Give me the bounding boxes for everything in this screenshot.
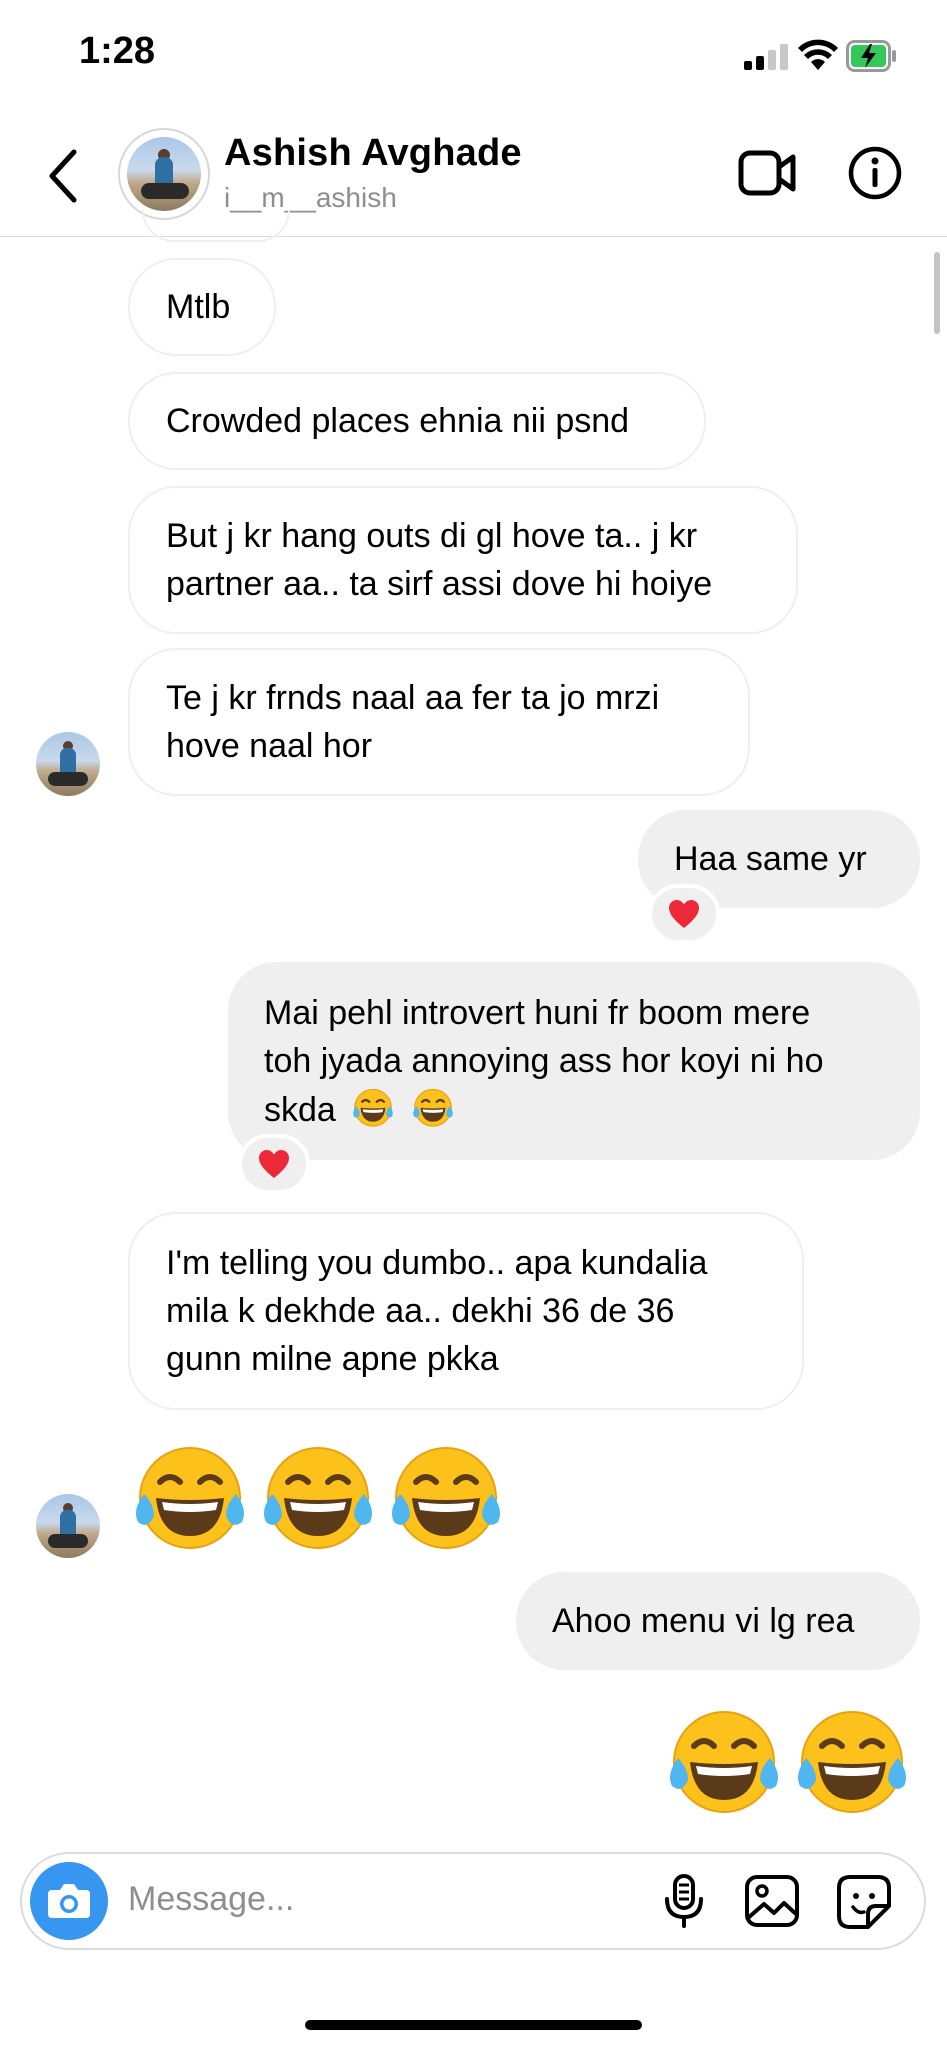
sender-avatar[interactable] — [36, 1494, 100, 1558]
cellular-signal-icon — [744, 44, 788, 70]
heart-icon — [669, 900, 699, 928]
tears-of-joy-emoji-icon — [264, 1447, 372, 1549]
back-arrow-icon[interactable] — [44, 148, 84, 204]
message-outgoing[interactable]: Ahoo menu vi lg rea — [516, 1572, 920, 1670]
message-line: I'm telling you dumbo.. apa kundalia — [166, 1244, 708, 1282]
contact-avatar[interactable] — [118, 128, 210, 220]
heart-reaction[interactable] — [648, 884, 720, 944]
video-call-icon[interactable] — [738, 148, 796, 198]
message-input[interactable]: Message... — [128, 1880, 294, 1919]
message-line: Mai pehl introvert huni fr boom mere — [264, 993, 811, 1032]
message-line: But j kr hang outs di gl hove ta.. j kr — [166, 517, 698, 555]
heart-reaction[interactable] — [238, 1134, 310, 1194]
wifi-icon — [798, 39, 838, 70]
tears-of-joy-emoji-icon — [353, 1088, 394, 1127]
tears-of-joy-emoji-icon — [136, 1447, 244, 1549]
tears-of-joy-emoji-icon — [798, 1711, 906, 1813]
scrollbar[interactable] — [934, 252, 940, 334]
sticker-icon[interactable] — [836, 1874, 892, 1930]
message-incoming[interactable]: I'm telling you dumbo.. apa kundalia mil… — [128, 1212, 804, 1410]
info-icon[interactable] — [848, 146, 902, 200]
message-text: Ahoo menu vi lg rea — [552, 1602, 855, 1640]
message-text: Mtlb — [166, 288, 231, 326]
message-incoming[interactable]: But j kr hang outs di gl hove ta.. j kr … — [128, 486, 798, 634]
camera-button[interactable] — [30, 1862, 108, 1940]
microphone-icon[interactable] — [660, 1873, 708, 1929]
battery-charging-icon — [846, 40, 896, 72]
home-indicator[interactable] — [305, 2020, 642, 2030]
header-divider — [0, 236, 947, 237]
message-outgoing[interactable]: Mai pehl introvert huni fr boom mere toh… — [228, 962, 920, 1160]
message-line: toh jyada annoying ass hor koyi ni ho — [264, 1041, 824, 1080]
heart-icon — [259, 1150, 289, 1178]
message-line: skda — [264, 1090, 336, 1129]
message-text: Haa same yr — [674, 840, 867, 878]
message-line: hove naal hor — [166, 727, 373, 765]
message-incoming[interactable]: Crowded places ehnia nii psnd — [128, 372, 706, 470]
contact-name[interactable]: Ashish Avghade — [224, 132, 522, 175]
message-incoming[interactable]: Te j kr frnds naal aa fer ta jo mrzi hov… — [128, 648, 750, 796]
partial-message-bubble — [142, 210, 290, 242]
sender-avatar[interactable] — [36, 732, 100, 796]
tears-of-joy-emoji-icon — [392, 1447, 500, 1549]
message-line: gunn milne apne pkka — [166, 1340, 499, 1378]
message-incoming[interactable]: Mtlb — [128, 258, 276, 356]
message-line: Te j kr frnds naal aa fer ta jo mrzi — [166, 679, 660, 717]
gallery-icon[interactable] — [744, 1874, 800, 1928]
tears-of-joy-emoji-icon — [670, 1711, 778, 1813]
tears-of-joy-emoji-icon — [412, 1088, 453, 1127]
status-time: 1:28 — [79, 30, 156, 72]
message-line: partner aa.. ta sirf assi dove hi hoiye — [166, 565, 713, 603]
camera-icon — [48, 1884, 90, 1918]
message-text: Crowded places ehnia nii psnd — [166, 402, 630, 440]
message-line: mila k dekhde aa.. dekhi 36 de 36 — [166, 1292, 675, 1330]
